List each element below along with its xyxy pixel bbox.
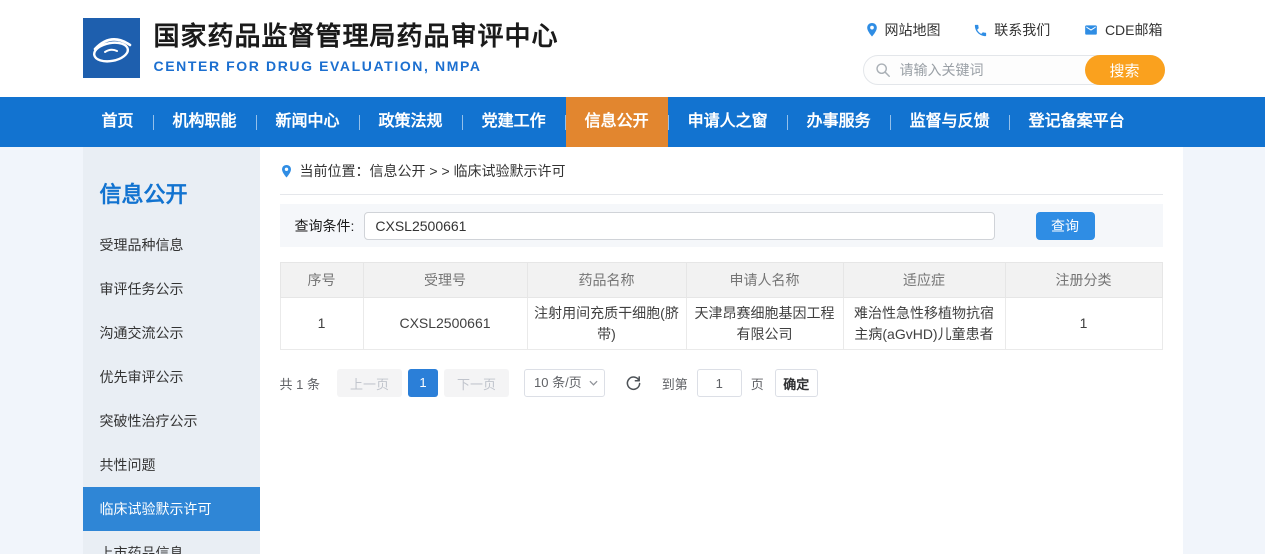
sidebar-item-communication[interactable]: 沟通交流公示 <box>83 311 260 355</box>
col-header-indication: 适应症 <box>843 263 1005 298</box>
query-label: 查询条件: <box>295 216 355 236</box>
mailbox-label: CDE邮箱 <box>1105 20 1163 40</box>
goto-page-prefix: 到第 <box>662 374 688 393</box>
pagination: 共 1 条 上一页 1 下一页 10 条/页 到第 <box>280 369 1163 397</box>
main-nav: 首页 机构职能 新闻中心 政策法规 党建工作 信息公开 申请人之窗 办事服务 监… <box>0 97 1265 147</box>
refresh-icon <box>625 375 642 392</box>
page-size-value: 10 条/页 <box>534 375 582 390</box>
quick-links: 网站地图 联系我们 CDE邮箱 <box>863 20 1165 40</box>
page-size-select[interactable]: 10 条/页 <box>524 369 605 397</box>
refresh-button[interactable] <box>625 375 642 392</box>
search-button[interactable]: 搜索 <box>1085 55 1165 85</box>
cell-acceptance-no: CXSL2500661 <box>363 298 527 350</box>
site-search: 搜索 <box>863 55 1165 85</box>
col-header-registration-class: 注册分类 <box>1005 263 1162 298</box>
mailbox-link[interactable]: CDE邮箱 <box>1083 20 1163 40</box>
cell-registration-class: 1 <box>1005 298 1162 350</box>
main-panel: 当前位置：信息公开 > > 临床试验默示许可 查询条件: 查询 序号 受理号 药… <box>260 147 1184 554</box>
sidebar-item-breakthrough-therapy[interactable]: 突破性治疗公示 <box>83 399 260 443</box>
col-header-acceptance-no: 受理号 <box>363 263 527 298</box>
sidebar-item-accepted-products[interactable]: 受理品种信息 <box>83 223 260 267</box>
site-header: 国家药品监督管理局药品审评中心 CENTER FOR DRUG EVALUATI… <box>0 0 1265 97</box>
goto-page-suffix: 页 <box>751 374 764 393</box>
cde-logo-icon <box>83 18 140 78</box>
query-bar: 查询条件: 查询 <box>280 204 1163 247</box>
sitemap-label: 网站地图 <box>885 20 941 40</box>
breadcrumb-text: 当前位置：信息公开 > > 临床试验默示许可 <box>300 161 566 181</box>
results-table: 序号 受理号 药品名称 申请人名称 适应症 注册分类 1 CXSL2500661… <box>280 262 1163 350</box>
nav-item-info-disclosure[interactable]: 信息公开 <box>566 97 668 147</box>
goto-page-input[interactable] <box>697 369 742 397</box>
nav-item-services[interactable]: 办事服务 <box>788 97 890 147</box>
next-page-button[interactable]: 下一页 <box>444 369 509 397</box>
contact-link[interactable]: 联系我们 <box>973 20 1050 40</box>
col-header-seq: 序号 <box>280 263 363 298</box>
brand: 国家药品监督管理局药品审评中心 CENTER FOR DRUG EVALUATI… <box>83 18 559 78</box>
confirm-button[interactable]: 确定 <box>775 369 818 397</box>
cde-logo[interactable] <box>83 18 140 78</box>
sidebar-item-review-tasks[interactable]: 审评任务公示 <box>83 267 260 311</box>
pagination-total: 共 1 条 <box>280 374 320 393</box>
cell-seq: 1 <box>280 298 363 350</box>
prev-page-button[interactable]: 上一页 <box>337 369 402 397</box>
site-subtitle: CENTER FOR DRUG EVALUATION, NMPA <box>154 58 559 74</box>
location-pin-icon <box>865 22 879 38</box>
breadcrumb: 当前位置：信息公开 > > 临床试验默示许可 <box>280 161 1163 195</box>
nav-item-policies[interactable]: 政策法规 <box>360 97 462 147</box>
phone-icon <box>973 23 988 38</box>
sidebar-item-common-questions[interactable]: 共性问题 <box>83 443 260 487</box>
col-header-drug-name: 药品名称 <box>527 263 686 298</box>
table-header-row: 序号 受理号 药品名称 申请人名称 适应症 注册分类 <box>280 263 1162 298</box>
nav-item-registration-platform[interactable]: 登记备案平台 <box>1010 97 1144 147</box>
site-title: 国家药品监督管理局药品审评中心 <box>154 20 559 53</box>
contact-label: 联系我们 <box>994 20 1050 40</box>
cell-drug-name: 注射用间充质干细胞(脐带) <box>527 298 686 350</box>
query-button[interactable]: 查询 <box>1036 212 1095 240</box>
query-input[interactable] <box>364 212 994 240</box>
nav-item-news[interactable]: 新闻中心 <box>257 97 359 147</box>
nav-item-applicant-window[interactable]: 申请人之窗 <box>669 97 787 147</box>
sidebar-item-clinical-trial-implied-license[interactable]: 临床试验默示许可 <box>83 487 260 531</box>
nav-item-home[interactable]: 首页 <box>83 97 153 147</box>
sidebar-title: 信息公开 <box>83 177 260 209</box>
mail-icon <box>1083 23 1099 37</box>
cell-applicant: 天津昂赛细胞基因工程有限公司 <box>686 298 843 350</box>
page-number-1[interactable]: 1 <box>408 369 438 397</box>
nav-item-org-functions[interactable]: 机构职能 <box>154 97 256 147</box>
table-row: 1 CXSL2500661 注射用间充质干细胞(脐带) 天津昂赛细胞基因工程有限… <box>280 298 1162 350</box>
sidebar: 信息公开 受理品种信息 审评任务公示 沟通交流公示 优先审评公示 突破性治疗公示… <box>83 147 260 554</box>
location-pin-icon <box>280 164 293 179</box>
nav-item-supervision-feedback[interactable]: 监督与反馈 <box>891 97 1009 147</box>
col-header-applicant: 申请人名称 <box>686 263 843 298</box>
sidebar-item-marketed-drugs[interactable]: 上市药品信息 <box>83 531 260 554</box>
search-icon <box>875 62 891 78</box>
sidebar-item-priority-review[interactable]: 优先审评公示 <box>83 355 260 399</box>
sitemap-link[interactable]: 网站地图 <box>865 20 941 40</box>
nav-item-party-building[interactable]: 党建工作 <box>463 97 565 147</box>
cell-indication: 难治性急性移植物抗宿主病(aGvHD)儿童患者 <box>843 298 1005 350</box>
content-wrap: 信息公开 受理品种信息 审评任务公示 沟通交流公示 优先审评公示 突破性治疗公示… <box>0 147 1265 554</box>
chevron-down-icon <box>589 380 598 386</box>
